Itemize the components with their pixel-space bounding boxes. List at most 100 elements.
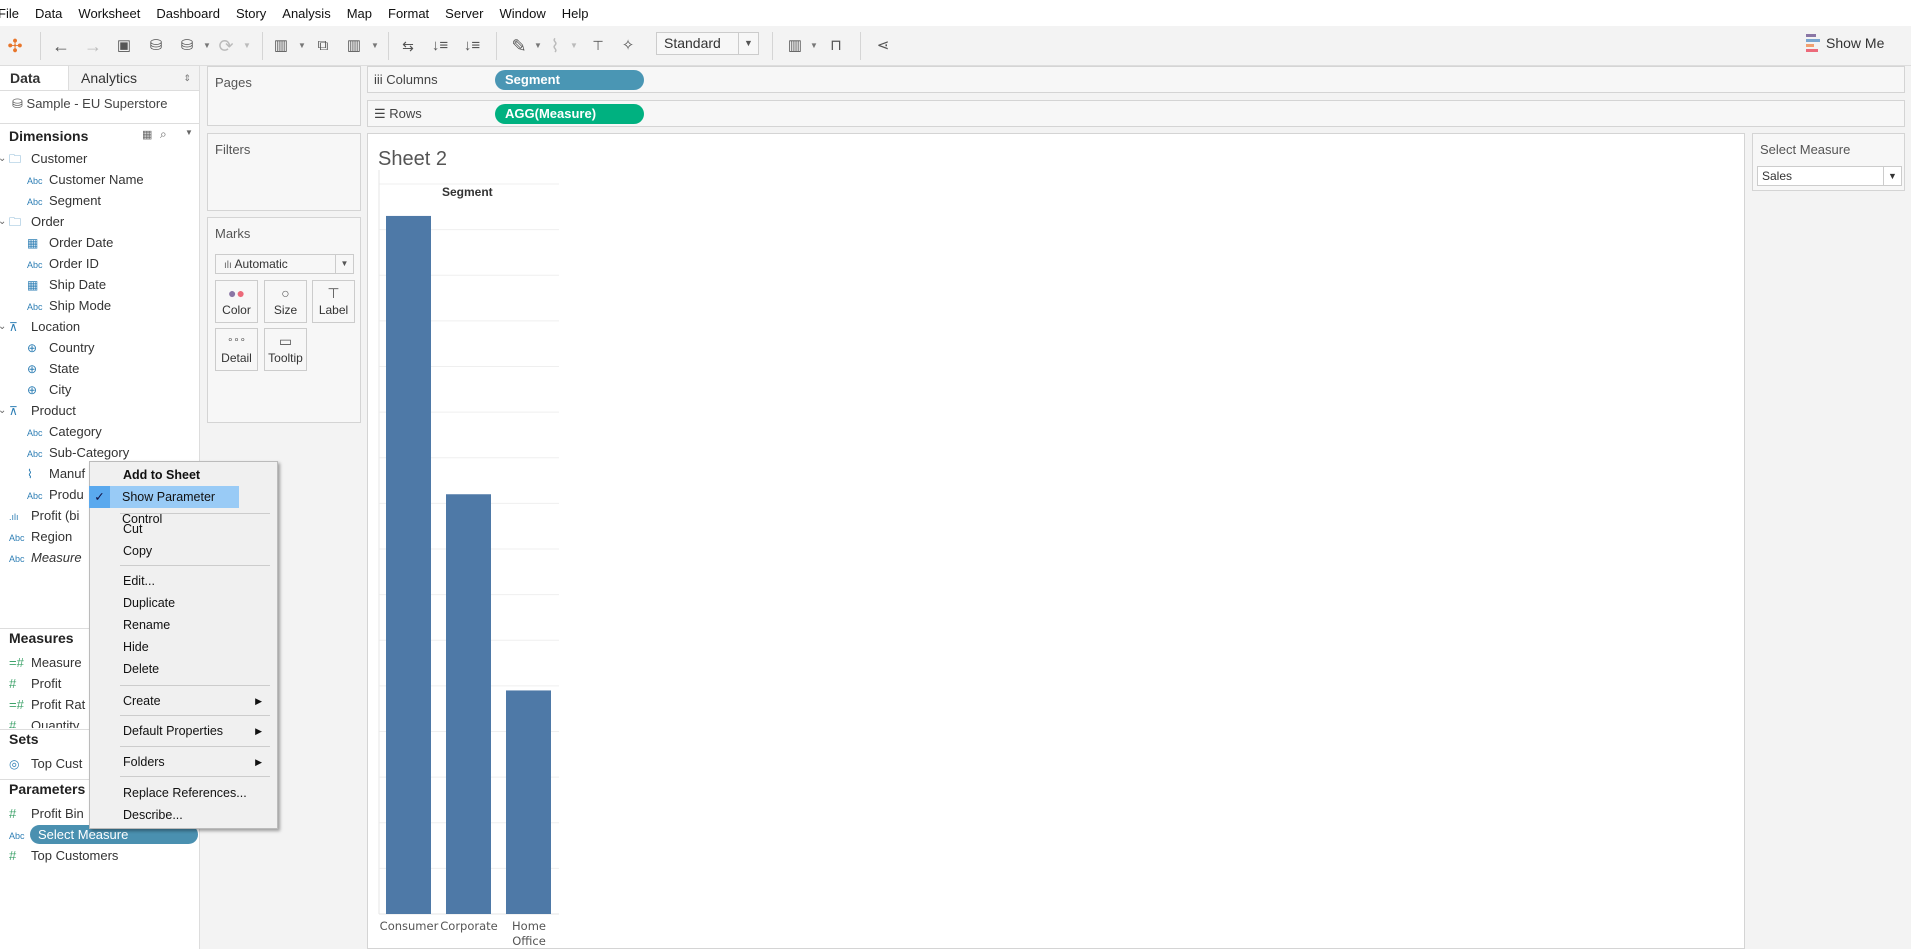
sheet-title: Sheet 2: [378, 148, 447, 170]
measure-label: Measure: [31, 655, 82, 670]
worksheet-view: Consumer Corporate Home Office Sheet 2 Segm…: [367, 133, 1745, 949]
menu-item-duplicate[interactable]: Duplicate: [90, 592, 277, 614]
menu-window[interactable]: Window: [499, 6, 545, 21]
detail-button[interactable]: ∘∘∘ Detail: [215, 328, 258, 371]
columns-icon: iii: [374, 72, 383, 87]
filters-card[interactable]: Filters: [207, 133, 361, 211]
set-item[interactable]: ◎ Top Cust: [9, 753, 82, 774]
swap-rows-columns-icon[interactable]: ⇆: [396, 34, 420, 58]
measure-item[interactable]: =# Profit Rat: [9, 694, 85, 715]
columns-label: Columns: [386, 72, 438, 87]
tooltip-button[interactable]: ▭ Tooltip: [264, 328, 307, 371]
menu-map[interactable]: Map: [347, 6, 372, 21]
menu-item-replace-references[interactable]: Replace References...: [90, 782, 277, 804]
show-me-button[interactable]: Show Me: [1806, 34, 1884, 52]
label-label: Label: [318, 303, 349, 317]
color-button[interactable]: ●● Color: [215, 280, 258, 323]
menu-separator: [120, 565, 270, 566]
tooltip-icon: ▭: [278, 333, 293, 349]
toolbar: ✣ ← → ▣ ⛁ ⛁ ▼ ⟳ ▼ ▥ ▼ ⧉ ▥ ▼ ⇆ ↓≡ ↓≡ ✎ ▼ …: [0, 26, 1911, 66]
pause-updates-icon[interactable]: ⛁: [175, 34, 199, 58]
menu-item-edit[interactable]: Edit...: [90, 570, 277, 592]
sort-ascending-icon[interactable]: ↓≡: [428, 34, 452, 58]
menu-item-cut[interactable]: Cut: [90, 518, 277, 540]
menu-bar: File Data Worksheet Dashboard Story Analysis M…: [0, 0, 1911, 26]
menu-item-copy[interactable]: Copy: [90, 540, 277, 562]
back-icon[interactable]: ←: [49, 34, 73, 58]
group-members-icon[interactable]: ⌇: [543, 34, 567, 58]
number-icon: #: [9, 676, 17, 691]
menu-item-show-parameter-control[interactable]: ✓ Show Parameter Control: [89, 486, 239, 526]
menu-analysis[interactable]: Analysis: [282, 6, 330, 21]
menu-server[interactable]: Server: [445, 6, 483, 21]
menu-worksheet[interactable]: Worksheet: [78, 6, 140, 21]
size-icon: ○: [281, 285, 290, 301]
fix-axes-pin-icon[interactable]: ✧: [616, 34, 640, 58]
detail-label: Detail: [221, 351, 252, 365]
menu-file[interactable]: File: [0, 6, 19, 21]
submenu-arrow-icon: ▶: [255, 696, 262, 706]
menu-item-create[interactable]: Create ▶: [90, 690, 277, 712]
new-data-source-icon[interactable]: ⛁: [144, 34, 168, 58]
pages-title: Pages: [215, 75, 252, 90]
menu-item-add-to-sheet[interactable]: Add to Sheet: [90, 464, 277, 486]
parameter-item[interactable]: # Top Customers: [9, 845, 118, 866]
menu-item-default-properties[interactable]: Default Properties ▶: [90, 720, 277, 742]
refresh-icon[interactable]: ⟳: [214, 34, 238, 58]
mark-type-dropdown[interactable]: ılı Automatic ▼: [215, 254, 354, 274]
checkmark-icon: ✓: [89, 486, 110, 508]
highlight-icon[interactable]: ✎: [507, 34, 531, 58]
measure-item[interactable]: # Profit: [9, 673, 61, 694]
menu-separator: [120, 513, 270, 514]
new-worksheet-icon[interactable]: ▥: [269, 34, 293, 58]
parameter-item[interactable]: # Profit Bin: [9, 803, 84, 824]
menu-separator: [120, 776, 270, 777]
bar-home-office[interactable]: [506, 690, 551, 914]
menu-format[interactable]: Format: [388, 6, 429, 21]
bar-consumer[interactable]: [386, 215, 431, 914]
select-measure-value: Sales: [1762, 169, 1793, 183]
menu-item-label: Replace References...: [123, 786, 247, 800]
menu-item-label: Folders: [123, 755, 165, 769]
menu-item-hide[interactable]: Hide: [90, 636, 277, 658]
bar-corporate[interactable]: [446, 494, 491, 914]
menu-item-describe[interactable]: Describe...: [90, 804, 277, 826]
share-icon[interactable]: ⋖: [871, 34, 895, 58]
columns-shelf[interactable]: iii Columns Segment: [367, 66, 1905, 93]
forward-icon[interactable]: →: [81, 34, 105, 58]
rows-shelf[interactable]: ☰ Rows AGG(Measure): [367, 100, 1905, 127]
calc-number-icon: =#: [9, 697, 24, 712]
context-menu: Add to Sheet ✓ Show Parameter Control Cut Co…: [89, 461, 278, 829]
duplicate-sheet-icon[interactable]: ⧉: [311, 34, 335, 58]
menu-item-folders[interactable]: Folders ▶: [90, 751, 277, 773]
marks-card: Marks ılı Automatic ▼ ●● Color ○ Size ⊤ Labe…: [207, 217, 361, 423]
label-icon: ⊤: [327, 285, 340, 301]
measure-item[interactable]: # Quantity: [9, 715, 79, 728]
menu-item-label: Copy: [123, 544, 153, 558]
menu-item-delete[interactable]: Delete: [90, 658, 277, 680]
parameter-control: Select Measure Sales ▼: [1752, 133, 1905, 191]
label-button[interactable]: ⊤ Label: [312, 280, 355, 323]
select-measure-dropdown[interactable]: Sales ▼: [1757, 166, 1902, 186]
measure-pill[interactable]: AGG(Measure): [495, 104, 644, 124]
save-icon[interactable]: ▣: [112, 34, 136, 58]
menu-dashboard[interactable]: Dashboard: [156, 6, 220, 21]
measure-label: Profit: [31, 676, 62, 691]
show-cards-icon[interactable]: ▥: [783, 34, 807, 58]
show-mark-labels-icon[interactable]: ⊤: [586, 34, 610, 58]
size-button[interactable]: ○ Size: [264, 280, 307, 323]
presentation-mode-icon[interactable]: ⊓: [824, 34, 848, 58]
color-icon: ●●: [228, 285, 245, 301]
menu-help[interactable]: Help: [562, 6, 589, 21]
clear-sheet-icon[interactable]: ▥: [342, 34, 366, 58]
fit-dropdown[interactable]: Standard ▼: [656, 32, 759, 55]
menu-data[interactable]: Data: [35, 6, 62, 21]
segment-pill[interactable]: Segment: [495, 70, 644, 90]
menu-story[interactable]: Story: [236, 6, 266, 21]
number-icon: #: [9, 848, 17, 863]
menu-item-rename[interactable]: Rename: [90, 614, 277, 636]
tableau-logo-icon[interactable]: ✣: [3, 34, 27, 58]
measure-item[interactable]: =# Measure: [9, 652, 82, 673]
sort-descending-icon[interactable]: ↓≡: [460, 34, 484, 58]
pages-card[interactable]: Pages: [207, 66, 361, 126]
